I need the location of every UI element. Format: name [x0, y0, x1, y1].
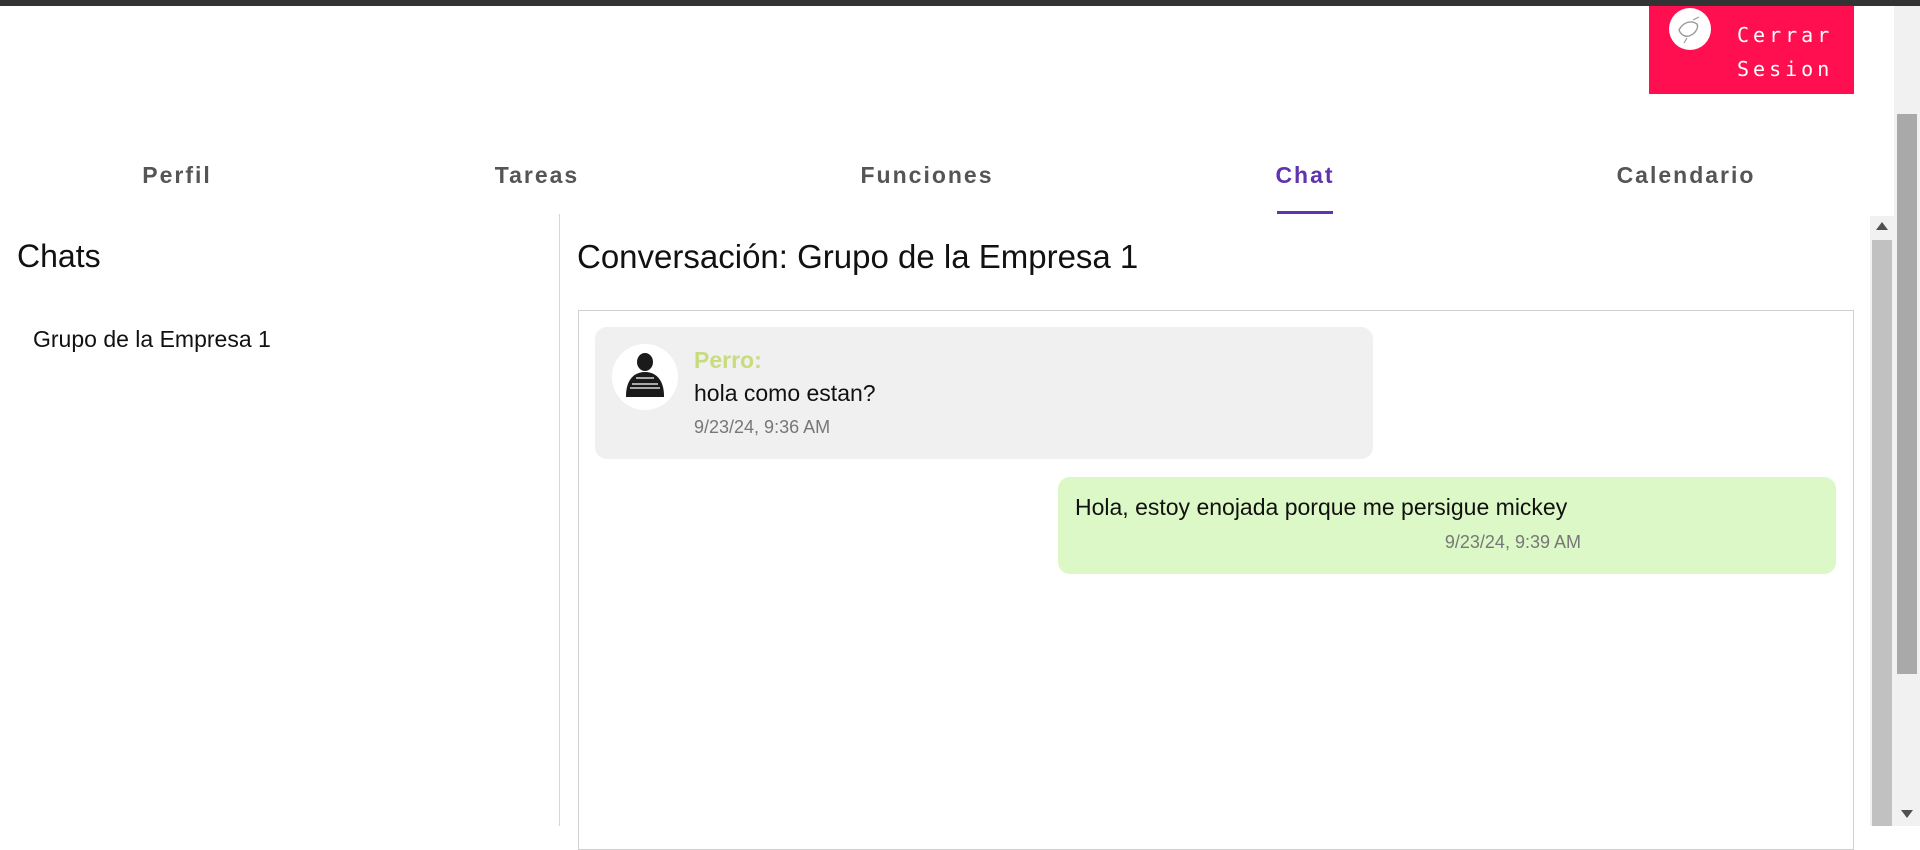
- chat-list-panel: Chats Grupo de la Empresa 1: [0, 214, 560, 826]
- logout-label: Cerrar Sesion: [1737, 23, 1834, 81]
- message-text: Hola, estoy enojada porque me persigue m…: [1075, 494, 1568, 520]
- incoming-message: Perro: hola como estan? 9/23/24, 9:36 AM: [595, 327, 1373, 459]
- tab-chat[interactable]: Chat: [1275, 150, 1333, 214]
- tab-funciones[interactable]: Funciones: [861, 150, 992, 214]
- page-scroll-thumb[interactable]: [1897, 114, 1917, 674]
- chats-heading: Chats: [17, 238, 101, 274]
- chat-item-grupo[interactable]: Grupo de la Empresa 1: [33, 326, 271, 353]
- logout-button[interactable]: Cerrar Sesion: [1649, 6, 1854, 94]
- message-time: 9/23/24, 9:39 AM: [1444, 532, 1581, 552]
- tab-perfil[interactable]: Perfil: [142, 150, 212, 214]
- sender-avatar: [612, 344, 678, 410]
- message-text: hola como estan?: [694, 380, 876, 406]
- tab-calendario[interactable]: Calendario: [1617, 150, 1754, 214]
- outgoing-message: Hola, estoy enojada porque me persigue m…: [1058, 477, 1836, 574]
- window-top-bar: [0, 0, 1920, 6]
- scroll-down-icon[interactable]: [1901, 810, 1913, 818]
- scroll-up-icon[interactable]: [1876, 222, 1888, 230]
- messages-scrollbar[interactable]: [1870, 216, 1894, 826]
- main-tabs: Perfil Tareas Funciones Chat Calendario: [0, 150, 1894, 214]
- message-time: 9/23/24, 9:36 AM: [694, 417, 831, 437]
- tab-tareas[interactable]: Tareas: [495, 150, 577, 214]
- conversation-title: Conversación: Grupo de la Empresa 1: [577, 238, 1139, 275]
- page-scrollbar[interactable]: [1894, 6, 1920, 826]
- messages-scroll-thumb[interactable]: [1872, 240, 1892, 826]
- sender-name: Perro:: [694, 347, 762, 373]
- user-avatar: [1669, 8, 1711, 50]
